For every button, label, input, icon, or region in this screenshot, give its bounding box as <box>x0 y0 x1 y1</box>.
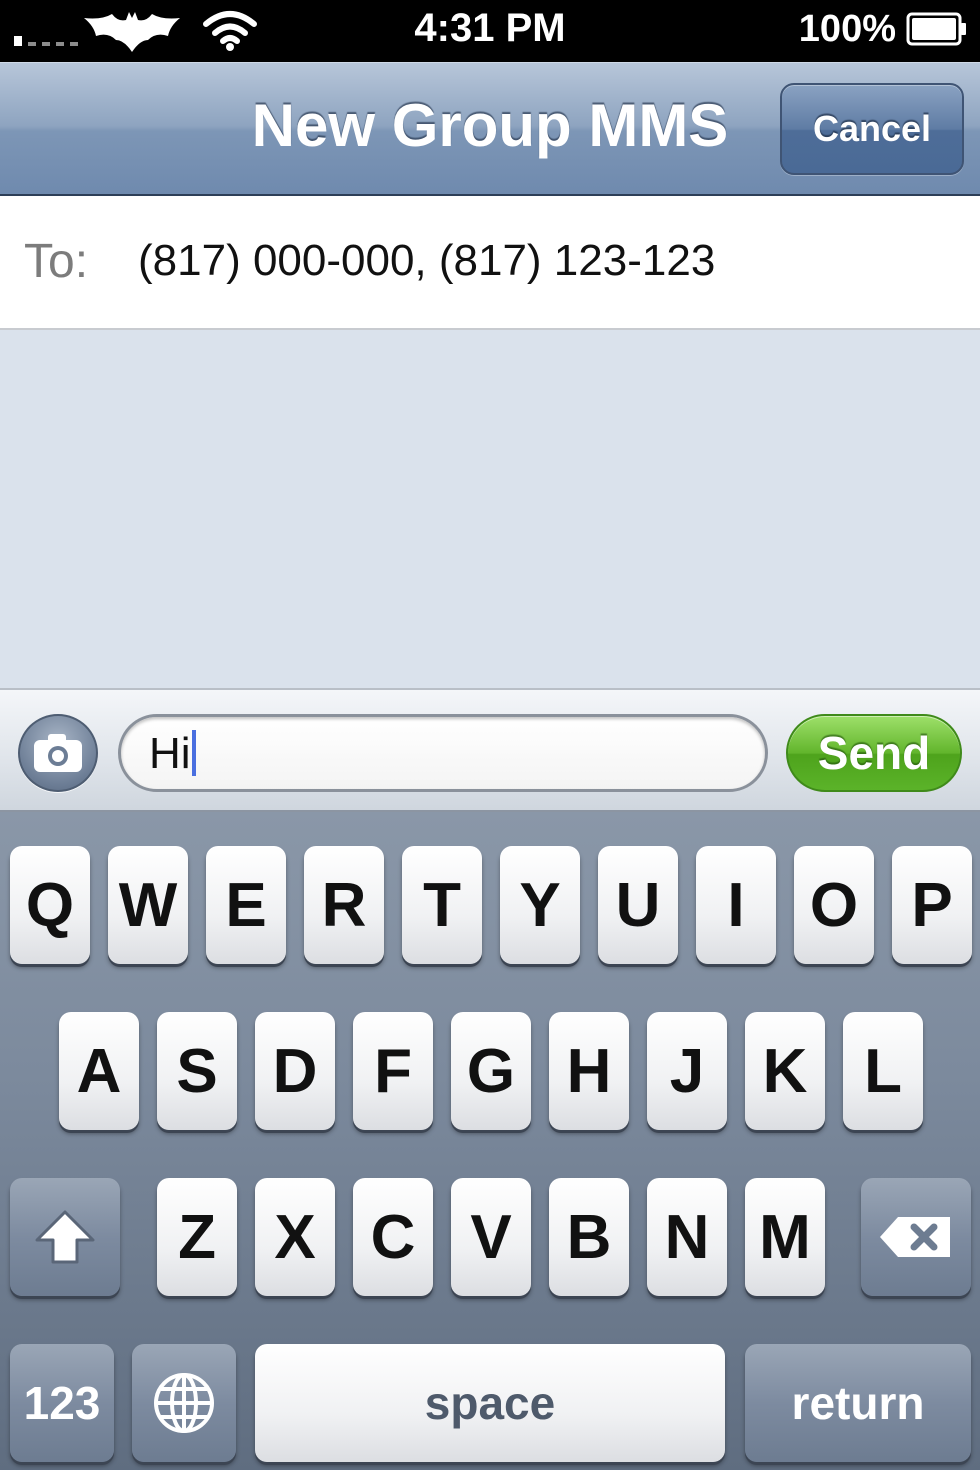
send-button[interactable]: Send <box>786 714 962 792</box>
globe-key[interactable] <box>132 1344 236 1462</box>
key-n[interactable]: N <box>647 1178 727 1296</box>
globe-icon <box>154 1373 214 1433</box>
keyboard: Q W E R T Y U I O P A S D F G H J K L Z … <box>0 812 980 1470</box>
delete-icon <box>880 1217 950 1257</box>
key-w[interactable]: W <box>108 846 188 964</box>
key-h[interactable]: H <box>549 1012 629 1130</box>
key-j[interactable]: J <box>647 1012 727 1130</box>
key-f[interactable]: F <box>353 1012 433 1130</box>
battery-icon <box>906 12 966 46</box>
key-i[interactable]: I <box>696 846 776 964</box>
camera-button[interactable] <box>18 714 98 792</box>
key-s[interactable]: S <box>157 1012 237 1130</box>
key-r[interactable]: R <box>304 846 384 964</box>
text-cursor <box>191 730 196 776</box>
delete-key[interactable] <box>861 1178 971 1296</box>
key-d[interactable]: D <box>255 1012 335 1130</box>
recipients-label: To: <box>24 235 89 288</box>
key-t[interactable]: T <box>402 846 482 964</box>
key-o[interactable]: O <box>794 846 874 964</box>
key-x[interactable]: X <box>255 1178 335 1296</box>
message-text: Hi <box>149 729 191 778</box>
camera-icon <box>34 734 82 772</box>
recipients-value[interactable]: (817) 000-000, (817) 123-123 <box>138 236 715 286</box>
recipients-field[interactable]: To: (817) 000-000, (817) 123-123 <box>0 196 980 330</box>
messages-screen: 4:31 PM 100% New Group MMS Cancel To: (8… <box>0 0 980 1470</box>
message-list <box>0 330 980 688</box>
key-v[interactable]: V <box>451 1178 531 1296</box>
key-b[interactable]: B <box>549 1178 629 1296</box>
battery-percent: 100% <box>798 8 896 50</box>
key-a[interactable]: A <box>59 1012 139 1130</box>
navigation-bar: New Group MMS Cancel <box>0 62 980 196</box>
compose-bar: Hi Send <box>0 688 980 812</box>
key-u[interactable]: U <box>598 846 678 964</box>
key-y[interactable]: Y <box>500 846 580 964</box>
status-bar: 4:31 PM 100% <box>0 0 980 62</box>
message-input[interactable]: Hi <box>118 714 768 792</box>
key-z[interactable]: Z <box>157 1178 237 1296</box>
key-q[interactable]: Q <box>10 846 90 964</box>
key-l[interactable]: L <box>843 1012 923 1130</box>
numbers-key[interactable]: 123 <box>10 1344 114 1462</box>
key-e[interactable]: E <box>206 846 286 964</box>
key-p[interactable]: P <box>892 846 972 964</box>
shift-key[interactable] <box>10 1178 120 1296</box>
key-g[interactable]: G <box>451 1012 531 1130</box>
key-k[interactable]: K <box>745 1012 825 1130</box>
space-key[interactable]: space <box>255 1344 725 1462</box>
cancel-button[interactable]: Cancel <box>780 83 964 175</box>
shift-icon <box>35 1210 95 1264</box>
key-m[interactable]: M <box>745 1178 825 1296</box>
key-c[interactable]: C <box>353 1178 433 1296</box>
return-key[interactable]: return <box>745 1344 971 1462</box>
